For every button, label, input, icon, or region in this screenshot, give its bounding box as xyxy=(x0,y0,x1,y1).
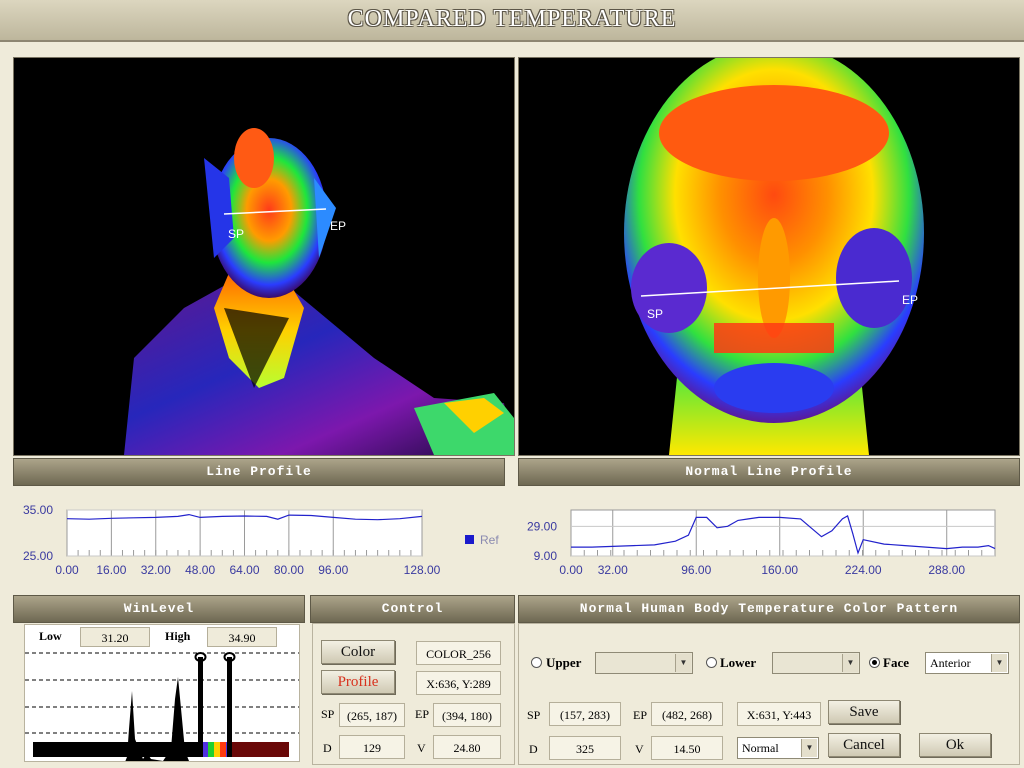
legend-marker xyxy=(465,535,474,544)
y-tick-label: 35.00 xyxy=(23,503,53,517)
x-tick-label: 32.00 xyxy=(141,563,171,577)
line-profile-plot: 0.00 16.00 32.00 48.00 64.00 80.00 96.00 128.00… xyxy=(23,503,499,577)
chevron-down-icon[interactable]: ▼ xyxy=(801,739,817,757)
x-tick-label: 0.00 xyxy=(559,563,583,577)
winlevel-low-value[interactable]: 31.20 xyxy=(80,627,150,647)
left-ep-label: EP xyxy=(330,219,346,233)
x-tick-label: 160.00 xyxy=(761,563,798,577)
pattern-sp-label: SP xyxy=(527,708,541,722)
y-tick-label: 9.00 xyxy=(534,549,558,563)
control-header: Control xyxy=(310,595,515,623)
mode-select[interactable]: Normal ▼ xyxy=(737,737,819,759)
winlevel-high-value[interactable]: 34.90 xyxy=(207,627,277,647)
face-select[interactable]: Anterior ▼ xyxy=(925,652,1009,674)
lower-select[interactable]: ▼ xyxy=(772,652,860,674)
histogram-colorbar-black xyxy=(33,742,203,757)
x-tick-label: 96.00 xyxy=(318,563,348,577)
legend-label: Ref xyxy=(480,533,499,547)
left-thermal-graphic: SP EP xyxy=(124,128,514,455)
upper-select[interactable]: ▼ xyxy=(595,652,693,674)
lower-label[interactable]: Lower xyxy=(720,655,756,671)
window-title: COMPARED TEMPERATURE xyxy=(347,6,677,32)
x-tick-label: 96.00 xyxy=(681,563,711,577)
pattern-v-label: V xyxy=(635,742,644,756)
control-sp-value: (265, 187) xyxy=(339,703,405,727)
upper-label[interactable]: Upper xyxy=(546,655,581,671)
control-ep-value: (394, 180) xyxy=(433,703,501,727)
x-tick-label: 32.00 xyxy=(598,563,628,577)
pattern-sp-value: (157, 283) xyxy=(549,702,621,726)
winlevel-header: WinLevel xyxy=(13,595,305,623)
pattern-d-label: D xyxy=(529,742,538,756)
control-sp-label: SP xyxy=(321,707,335,721)
winlevel-panel: Low 31.20 High 34.90 xyxy=(24,624,300,762)
x-tick-label: 16.00 xyxy=(96,563,126,577)
control-ep-label: EP xyxy=(415,707,430,721)
x-tick-label: 0.00 xyxy=(55,563,79,577)
pattern-header: Normal Human Body Temperature Color Patt… xyxy=(518,595,1020,623)
left-thermal-image[interactable]: SP EP xyxy=(13,57,515,456)
right-thermal-image[interactable]: SP EP xyxy=(518,57,1020,456)
normal-line-profile-title: Normal Line Profile xyxy=(685,464,853,479)
pattern-coordinate: X:631, Y:443 xyxy=(737,702,821,726)
control-v-label: V xyxy=(417,741,426,755)
normal-line-profile-chart: 0.00 32.00 96.00 160.00 224.00 288.00 29.00 9.0… xyxy=(518,488,1018,593)
chevron-down-icon[interactable]: ▼ xyxy=(842,654,858,672)
control-d-value: 129 xyxy=(339,735,405,759)
control-coordinate: X:636, Y:289 xyxy=(416,671,501,695)
x-tick-label: 224.00 xyxy=(845,563,882,577)
x-tick-label: 80.00 xyxy=(274,563,304,577)
winlevel-histogram[interactable] xyxy=(25,649,299,761)
color-mode-field: COLOR_256 xyxy=(416,641,501,665)
x-tick-label: 288.00 xyxy=(928,563,965,577)
low-level-marker[interactable] xyxy=(198,657,203,757)
x-tick-label: 48.00 xyxy=(185,563,215,577)
pattern-v-value: 14.50 xyxy=(651,736,723,760)
plot-area xyxy=(570,509,996,557)
left-sp-label: SP xyxy=(228,227,244,241)
x-tick-label: 128.00 xyxy=(404,563,441,577)
right-thermal-graphic: SP EP xyxy=(624,58,924,455)
save-button[interactable]: Save xyxy=(828,700,900,724)
y-tick-label: 29.00 xyxy=(527,519,557,533)
control-d-label: D xyxy=(323,741,332,755)
face-label[interactable]: Face xyxy=(883,655,909,671)
pattern-ep-value: (482, 268) xyxy=(651,702,723,726)
upper-radio[interactable] xyxy=(531,657,542,668)
normal-line-profile-plot: 0.00 32.00 96.00 160.00 224.00 288.00 29.00 9.0… xyxy=(527,509,996,577)
cancel-button[interactable]: Cancel xyxy=(828,733,900,757)
high-level-marker[interactable] xyxy=(227,657,232,757)
line-profile-title: Line Profile xyxy=(206,464,312,479)
color-button[interactable]: Color xyxy=(321,640,395,664)
line-profile-header: Line Profile xyxy=(13,458,505,486)
control-panel: Color COLOR_256 Profile X:636, Y:289 SP … xyxy=(312,623,515,765)
line-profile-chart: 0.00 16.00 32.00 48.00 64.00 80.00 96.00 128.00… xyxy=(13,488,513,593)
pattern-d-value: 325 xyxy=(549,736,621,760)
profile-button[interactable]: Profile xyxy=(321,670,395,694)
control-title: Control xyxy=(381,601,444,616)
lower-radio[interactable] xyxy=(706,657,717,668)
x-tick-label: 64.00 xyxy=(229,563,259,577)
pattern-ep-label: EP xyxy=(633,708,648,722)
ok-button[interactable]: Ok xyxy=(919,733,991,757)
face-radio[interactable] xyxy=(869,657,880,668)
pattern-title: Normal Human Body Temperature Color Patt… xyxy=(579,601,959,616)
chevron-down-icon[interactable]: ▼ xyxy=(675,654,691,672)
y-tick-label: 25.00 xyxy=(23,549,53,563)
control-v-value: 24.80 xyxy=(433,735,501,759)
winlevel-low-label: Low xyxy=(39,629,62,643)
right-ep-label: EP xyxy=(902,293,918,307)
pattern-panel: Upper ▼ Lower ▼ Face Anterior ▼ SP (157, … xyxy=(518,623,1020,765)
right-sp-label: SP xyxy=(647,307,663,321)
chevron-down-icon[interactable]: ▼ xyxy=(991,654,1007,672)
histogram-colorbar-dark-red xyxy=(231,742,289,757)
winlevel-title: WinLevel xyxy=(123,601,195,616)
normal-line-profile-header: Normal Line Profile xyxy=(518,458,1020,486)
winlevel-high-label: High xyxy=(165,629,191,643)
